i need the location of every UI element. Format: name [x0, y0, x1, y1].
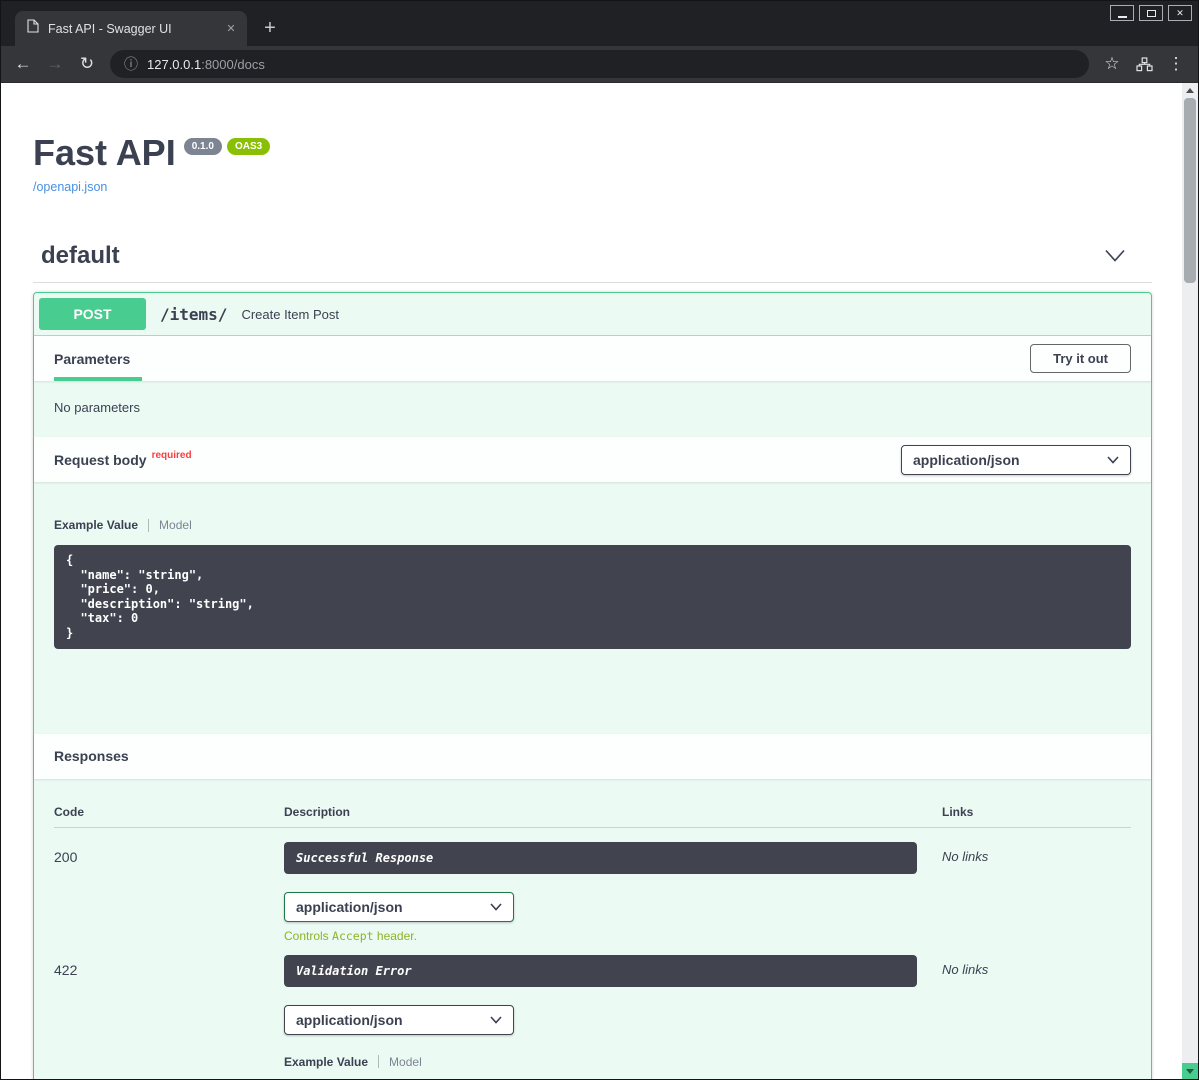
down-arrow-icon — [1186, 1069, 1194, 1074]
no-links-text: No links — [942, 842, 1131, 943]
selected-media-type: application/json — [913, 452, 1020, 468]
url-text: 127.0.0.1:8000/docs — [147, 57, 265, 72]
reload-button[interactable]: ↻ — [72, 50, 102, 78]
site-info-icon[interactable]: ⓘ — [124, 54, 138, 74]
tab-groups-icon[interactable] — [1129, 50, 1159, 78]
response-row-200: 200 Successful Response application/json — [54, 828, 1131, 943]
tab-title: Fast API - Swagger UI — [48, 22, 214, 36]
parameters-tab[interactable]: Parameters — [54, 336, 142, 381]
try-it-out-button[interactable]: Try it out — [1030, 344, 1131, 373]
responses-section: Code Description Links 200 Successful Re… — [34, 779, 1151, 1079]
tag-section-default: default POST /items/ Create Item Post Pa… — [33, 242, 1152, 1079]
tab-example-value[interactable]: Example Value — [54, 518, 138, 532]
method-badge: POST — [39, 298, 146, 330]
window-close-button[interactable]: ✕ — [1168, 5, 1192, 21]
no-parameters-text: No parameters — [54, 400, 1131, 415]
tab-divider — [148, 519, 149, 532]
window-maximize-button[interactable] — [1139, 5, 1163, 21]
url-path: :8000/docs — [201, 57, 265, 72]
accept-note-prefix: Controls — [284, 929, 332, 943]
scrollbar-up-button[interactable] — [1182, 83, 1198, 98]
api-info: Fast API 0.1.0 OAS3 /openapi.json — [33, 83, 1152, 196]
menu-icon[interactable]: ⋮ — [1161, 50, 1191, 78]
request-media-type-select[interactable]: application/json — [901, 445, 1131, 475]
chevron-down-icon — [490, 1016, 502, 1024]
column-description: Description — [284, 805, 942, 819]
accept-note-suffix: header. — [374, 929, 417, 943]
tab-close-icon[interactable]: ✕ — [223, 21, 239, 37]
no-links-text: No links — [942, 955, 1131, 1035]
tab-model[interactable]: Model — [159, 518, 192, 532]
operation-path: /items/ — [156, 305, 231, 324]
column-code: Code — [54, 805, 284, 819]
parameters-body: No parameters — [34, 381, 1151, 437]
response-description: Validation Error — [284, 955, 917, 987]
request-body-section: Example Value Model { "name": "string", … — [34, 482, 1151, 649]
example-model-tabs: Example Value Model — [54, 518, 1131, 532]
oas3-badge: OAS3 — [227, 138, 270, 155]
column-links: Links — [942, 805, 1131, 819]
page-document-icon — [27, 19, 39, 38]
responses-header: Responses — [34, 734, 1151, 779]
forward-button[interactable]: → — [40, 50, 70, 78]
accept-note-code: Accept — [332, 929, 374, 943]
responses-table-header: Code Description Links — [54, 805, 1131, 828]
scrollbar-down-button[interactable] — [1182, 1063, 1198, 1079]
browser-tab[interactable]: Fast API - Swagger UI ✕ — [15, 11, 247, 46]
api-badges: 0.1.0 OAS3 — [184, 138, 270, 155]
operation-description: Create Item Post — [241, 307, 339, 322]
tab-model[interactable]: Model — [389, 1055, 422, 1069]
chevron-down-icon[interactable] — [1104, 249, 1126, 263]
request-body-example: { "name": "string", "price": 0, "descrip… — [54, 545, 1131, 649]
bookmark-star-icon[interactable]: ☆ — [1097, 50, 1127, 78]
close-icon: ✕ — [1176, 9, 1184, 18]
browser-window: Fast API - Swagger UI ✕ + ✕ ← → ↻ ⓘ 127.… — [0, 0, 1199, 1080]
response-example-section: Example Value Model — [284, 1055, 1131, 1079]
window-minimize-button[interactable] — [1110, 5, 1134, 21]
browser-toolbar: ← → ↻ ⓘ 127.0.0.1:8000/docs ☆ ⋮ — [1, 46, 1198, 83]
minimize-icon — [1118, 16, 1127, 18]
window-controls: ✕ — [1110, 5, 1192, 21]
page-content: Fast API 0.1.0 OAS3 /openapi.json defaul… — [1, 83, 1198, 1079]
response-media-type-select[interactable]: application/json — [284, 892, 514, 922]
response-code: 200 — [54, 842, 284, 943]
example-model-tabs: Example Value Model — [284, 1055, 1131, 1069]
page-title: Fast API — [33, 133, 176, 173]
parameters-header: Parameters Try it out — [34, 336, 1151, 381]
accept-header-note: Controls Accept header. — [284, 929, 942, 943]
tag-title: default — [41, 242, 120, 270]
selected-media-type: application/json — [296, 1012, 403, 1028]
request-body-header: Request body required application/json — [34, 437, 1151, 482]
page-scrollbar[interactable] — [1182, 83, 1198, 1079]
maximize-icon — [1147, 10, 1156, 17]
opblock-post-items: POST /items/ Create Item Post Parameters… — [33, 292, 1152, 1079]
chevron-down-icon — [490, 903, 502, 911]
new-tab-button[interactable]: + — [257, 15, 283, 41]
selected-media-type: application/json — [296, 899, 403, 915]
required-label: required — [152, 450, 192, 461]
response-description: Successful Response — [284, 842, 917, 874]
responses-title: Responses — [54, 748, 129, 764]
openapi-spec-link[interactable]: /openapi.json — [33, 180, 107, 194]
url-host: 127.0.0.1 — [147, 57, 201, 72]
response-media-type-select[interactable]: application/json — [284, 1005, 514, 1035]
version-badge: 0.1.0 — [184, 138, 222, 155]
chevron-down-icon — [1107, 456, 1119, 464]
scrollbar-thumb[interactable] — [1184, 98, 1196, 283]
tab-divider — [378, 1055, 379, 1068]
back-button[interactable]: ← — [8, 50, 38, 78]
response-row-422: 422 Validation Error application/json — [54, 943, 1131, 1079]
address-bar[interactable]: ⓘ 127.0.0.1:8000/docs — [110, 50, 1089, 78]
operation-summary[interactable]: POST /items/ Create Item Post — [34, 293, 1151, 336]
titlebar: Fast API - Swagger UI ✕ + ✕ — [1, 1, 1198, 46]
up-arrow-icon — [1186, 88, 1194, 93]
request-body-title: Request body — [54, 452, 147, 468]
tag-section-header[interactable]: default — [33, 242, 1152, 283]
response-code: 422 — [54, 955, 284, 1035]
tab-example-value[interactable]: Example Value — [284, 1055, 368, 1069]
